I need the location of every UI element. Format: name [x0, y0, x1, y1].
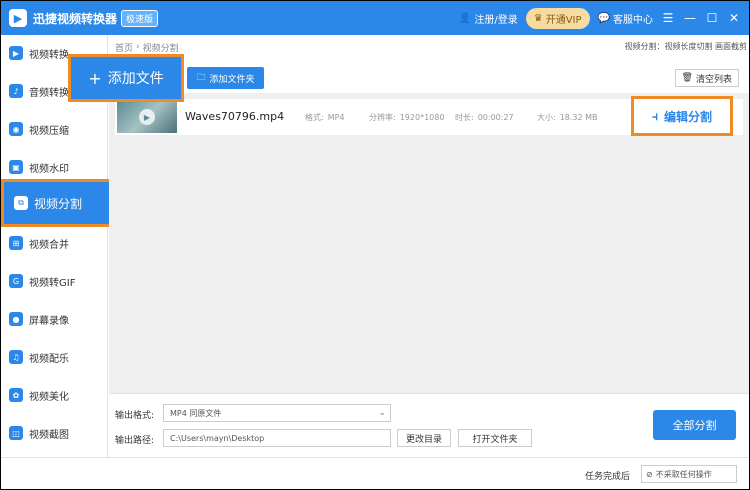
duration-value: 00:00:27	[477, 113, 514, 122]
size-label: 大小:	[537, 113, 556, 122]
file-size: 大小: 18.32 MB	[537, 112, 598, 123]
file-resolution: 分辨率: 1920*1080	[369, 112, 444, 123]
add-file-button[interactable]: + 添加文件	[68, 54, 184, 102]
no-action-icon: ⊘	[646, 469, 653, 479]
breadcrumb-current: 视频分割	[142, 43, 179, 54]
mode-label: 视频分割：视频长度切割 画面截剪	[624, 42, 747, 51]
open-folder-button[interactable]: 打开文件夹	[458, 429, 532, 447]
maximize-icon[interactable]: ☐	[705, 11, 719, 25]
close-icon[interactable]: ✕	[727, 11, 741, 25]
duration-label: 时长:	[455, 113, 474, 122]
screen-record-icon: ●	[9, 312, 23, 326]
sidebar-item-label: 视频截图	[29, 429, 69, 441]
title-bar: ▶ 迅捷视频转换器 极速版 👤 注册/登录 ♛ 开通VIP 💬 客服中心 ☰ —…	[1, 1, 749, 35]
music-icon: ♫	[9, 350, 23, 364]
support-label: 客服中心	[613, 14, 653, 26]
breadcrumb-home[interactable]: 首页	[115, 41, 133, 54]
video-thumbnail[interactable]: ▶	[117, 101, 177, 133]
size-value: 18.32 MB	[559, 113, 598, 122]
sidebar-item-label: 视频美化	[29, 391, 69, 403]
video-watermark-icon: ▣	[9, 160, 23, 174]
format-value: MP4	[327, 113, 345, 122]
vip-button[interactable]: ♛ 开通VIP	[525, 7, 590, 29]
file-duration: 时长: 00:00:27	[455, 112, 514, 123]
vip-label: 开通VIP	[545, 14, 582, 26]
output-format-label: 输出格式:	[115, 411, 155, 421]
login-label: 注册/登录	[474, 14, 518, 26]
video-compress-icon: ◉	[9, 122, 23, 136]
output-path-label: 输出路径:	[115, 436, 155, 446]
sidebar-item-video-compress[interactable]: ◉ 视频压缩	[1, 114, 108, 144]
edit-split-button[interactable]: ⫞ 编辑分割	[631, 96, 733, 136]
login-button[interactable]: 👤 注册/登录	[459, 11, 518, 26]
video-split-icon: ⧉	[14, 196, 28, 210]
file-name: Waves70796.mp4	[185, 110, 285, 123]
breadcrumb: 首页 › 视频分割 视频分割：视频长度切割 画面截剪	[109, 37, 749, 57]
edit-split-label: 编辑分割	[664, 109, 713, 124]
status-bar: 任务完成后 ⊘ 不采取任何操作	[1, 457, 749, 489]
output-path-value: C:\Users\mayn\Desktop	[170, 433, 265, 443]
plus-icon: +	[88, 68, 102, 88]
sidebar-item-label: 视频合并	[29, 239, 69, 251]
edition-badge: 极速版	[121, 9, 159, 27]
file-format: 格式: MP4	[305, 112, 345, 123]
split-all-button[interactable]: 全部分割	[653, 410, 736, 440]
sidebar-item-label: 视频配乐	[29, 353, 69, 365]
app-title: 迅捷视频转换器	[33, 11, 118, 26]
crown-icon: ♛	[533, 12, 543, 24]
sidebar-item-label: 视频转GIF	[29, 277, 76, 289]
menu-icon[interactable]: ☰	[661, 11, 675, 25]
after-done-label: 任务完成后	[585, 472, 631, 482]
resolution-value: 1920*1080	[399, 113, 445, 122]
sidebar-item-label: 视频分割	[34, 196, 83, 211]
after-done-value: 不采取任何操作	[655, 469, 712, 479]
add-file-label: 添加文件	[107, 71, 164, 87]
chat-icon: 💬	[597, 12, 610, 24]
play-icon[interactable]: ▶	[139, 109, 155, 125]
add-folder-label: 添加文件夹	[209, 74, 255, 85]
trash-icon: 🗑	[681, 73, 693, 83]
change-dir-button[interactable]: 更改目录	[397, 429, 451, 447]
output-format-value: MP4 同原文件	[170, 408, 222, 418]
gif-icon: G	[9, 274, 23, 288]
sidebar-item-video-beautify[interactable]: ✿ 视频美化	[1, 380, 108, 410]
output-path-field[interactable]: C:\Users\mayn\Desktop	[163, 429, 391, 447]
video-convert-icon: ▶	[9, 46, 23, 60]
clear-list-label: 清空列表	[695, 74, 732, 85]
output-settings: 输出格式: MP4 同原文件 ⌄ 输出路径: C:\Users\mayn\Des…	[109, 393, 749, 457]
title-actions: 👤 注册/登录 ♛ 开通VIP 💬 客服中心 ☰ — ☐ ✕	[459, 1, 741, 35]
audio-convert-icon: ♪	[9, 84, 23, 98]
sidebar-item-label: 视频压缩	[29, 125, 69, 137]
sidebar-item-label: 屏幕录像	[29, 315, 69, 327]
sidebar-item-label: 视频水印	[29, 163, 69, 175]
sidebar-item-label: 视频转换	[29, 49, 69, 61]
sidebar-item-video-watermark[interactable]: ▣ 视频水印	[1, 152, 108, 182]
screenshot-icon: ◫	[9, 426, 23, 440]
app-window: ▶ 迅捷视频转换器 极速版 👤 注册/登录 ♛ 开通VIP 💬 客服中心 ☰ —…	[0, 0, 750, 490]
add-folder-button[interactable]: 🗀 添加文件夹	[187, 67, 264, 89]
video-merge-icon: ⊞	[9, 236, 23, 250]
format-label: 格式:	[305, 113, 324, 122]
minimize-icon[interactable]: —	[683, 11, 697, 25]
user-icon: 👤	[458, 12, 472, 24]
sidebar-item-screen-record[interactable]: ● 屏幕录像	[1, 304, 108, 334]
sidebar-item-video-screenshot[interactable]: ◫ 视频截图	[1, 418, 108, 448]
file-list: ▶ Waves70796.mp4 格式: MP4 分辨率: 1920*1080 时长…	[109, 93, 749, 393]
split-icon: ⫞	[651, 108, 658, 123]
sidebar-item-video-merge[interactable]: ⊞ 视频合并	[1, 228, 108, 258]
beautify-icon: ✿	[9, 388, 23, 402]
sidebar-item-label: 音频转换	[29, 87, 69, 99]
resolution-label: 分辨率:	[369, 113, 396, 122]
chevron-down-icon: ⌄	[378, 408, 386, 418]
chevron-right-icon: ›	[136, 42, 140, 52]
sidebar-item-video-to-gif[interactable]: G 视频转GIF	[1, 266, 108, 296]
clear-list-button[interactable]: 🗑 清空列表	[674, 69, 739, 87]
app-logo-icon: ▶	[9, 9, 27, 27]
sidebar-item-video-music[interactable]: ♫ 视频配乐	[1, 342, 108, 372]
support-button[interactable]: 💬 客服中心	[598, 11, 653, 26]
sidebar: ▶ 视频转换 ♪ 音频转换 ◉ 视频压缩 ▣ 视频水印 ⧉ 视频分割 ▶ ⊞ 视…	[1, 35, 138, 489]
output-format-select[interactable]: MP4 同原文件 ⌄	[163, 404, 391, 422]
folder-icon: 🗀	[196, 73, 206, 83]
after-done-select[interactable]: ⊘ 不采取任何操作	[641, 465, 737, 483]
